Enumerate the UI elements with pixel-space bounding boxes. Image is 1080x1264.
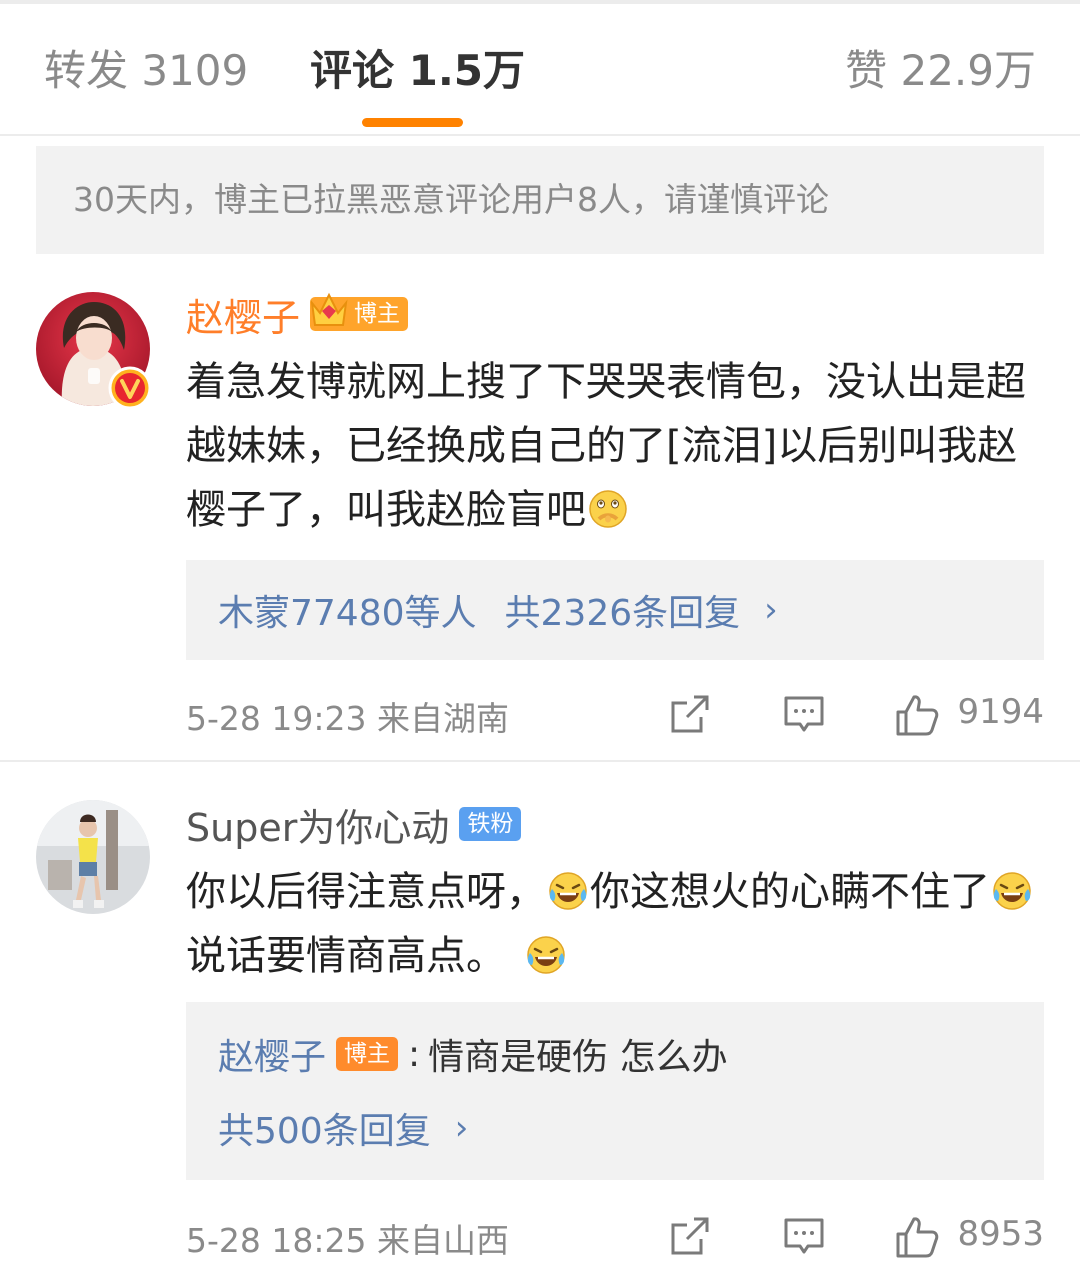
thumbs-up-icon[interactable] xyxy=(894,692,940,738)
comment-text-part: 你这想火的心瞒不住了 xyxy=(590,869,990,915)
blocklist-notice: 30天内，博主已拉黑恶意评论用户8人，请谨慎评论 xyxy=(36,146,1044,254)
comment-item: 赵樱子 博主 着急发博就网上搜了下哭哭表情包，没认出是超越妹妹，已经换成自己的了… xyxy=(0,254,1080,760)
thumbs-up-icon[interactable] xyxy=(894,1214,940,1260)
share-icon[interactable] xyxy=(668,692,712,736)
comment-meta: 5-28 18:25 来自山西 8953 xyxy=(186,1208,1044,1264)
user-row: Super为你心动 铁粉 xyxy=(186,796,522,852)
active-tab-indicator xyxy=(362,118,463,127)
reply-users[interactable]: 木蒙77480等人 xyxy=(218,584,477,636)
laugh-cry-icon xyxy=(549,872,587,910)
reply-separator: : xyxy=(408,1033,421,1075)
laugh-cry-icon xyxy=(993,872,1031,910)
reply-count[interactable]: 共500条回复 xyxy=(218,1102,431,1154)
reply-preview[interactable]: 赵樱子 博主 : 情商是硬伤 怎么办 共500条回复 › xyxy=(186,1002,1044,1180)
host-badge: 博主 xyxy=(310,292,409,331)
chevron-right-icon: › xyxy=(454,1108,469,1148)
host-badge-label: 博主 xyxy=(354,301,401,327)
user-row: 赵樱子 博主 xyxy=(186,286,409,342)
like-count: 8953 xyxy=(957,1214,1044,1254)
fan-badge: 铁粉 xyxy=(459,807,522,841)
tab-repost[interactable]: 转发 3109 xyxy=(44,40,248,102)
tab-bar: 转发 3109 评论 1.5万 赞 22.9万 xyxy=(0,0,1080,136)
reply-author[interactable]: 赵樱子 xyxy=(218,1028,326,1080)
verified-badge-icon xyxy=(108,366,152,410)
think-face-icon xyxy=(589,490,627,528)
reply-summary-line[interactable]: 木蒙77480等人 共2326条回复 › xyxy=(218,582,778,638)
comment-text: 你以后得注意点呀， 你这想火的心瞒不住了说话要情商高点。 xyxy=(186,860,1046,988)
comment-text-part: 说话要情商高点。 xyxy=(186,933,506,979)
host-badge: 博主 xyxy=(336,1037,399,1071)
comment-item: Super为你心动 铁粉 你以后得注意点呀， 你这想火的心瞒不住了说话要情商高点。… xyxy=(0,760,1080,1260)
reply-count[interactable]: 共2326条回复 xyxy=(505,584,741,636)
timestamp: 5-28 19:23 来自湖南 xyxy=(186,699,509,738)
comment-icon[interactable] xyxy=(782,692,826,736)
reply-text: 情商是硬伤 怎么办 xyxy=(428,1037,728,1078)
username[interactable]: 赵樱子 xyxy=(186,287,300,342)
tab-likes[interactable]: 赞 22.9万 xyxy=(845,40,1036,102)
crown-icon xyxy=(310,292,348,326)
username[interactable]: Super为你心动 xyxy=(186,797,449,852)
comment-meta: 5-28 19:23 来自湖南 9194 xyxy=(186,686,1044,742)
comment-text: 着急发博就网上搜了下哭哭表情包，没认出是超越妹妹，已经换成自己的了[流泪]以后别… xyxy=(186,350,1046,542)
comment-text-part: 你以后得注意点呀， xyxy=(186,869,546,915)
avatar[interactable] xyxy=(36,800,150,914)
like-count: 9194 xyxy=(957,692,1044,732)
chevron-right-icon: › xyxy=(764,590,778,630)
comment-icon[interactable] xyxy=(782,1214,826,1258)
tab-comments[interactable]: 评论 1.5万 xyxy=(310,40,525,102)
reply-summary[interactable]: 木蒙77480等人 共2326条回复 › xyxy=(186,560,1044,660)
share-icon[interactable] xyxy=(668,1214,712,1258)
reply-quote[interactable]: 赵樱子 博主 : 情商是硬伤 怎么办 xyxy=(218,1026,728,1082)
reply-count-line[interactable]: 共500条回复 › xyxy=(218,1100,468,1156)
laugh-cry-icon xyxy=(527,936,565,974)
